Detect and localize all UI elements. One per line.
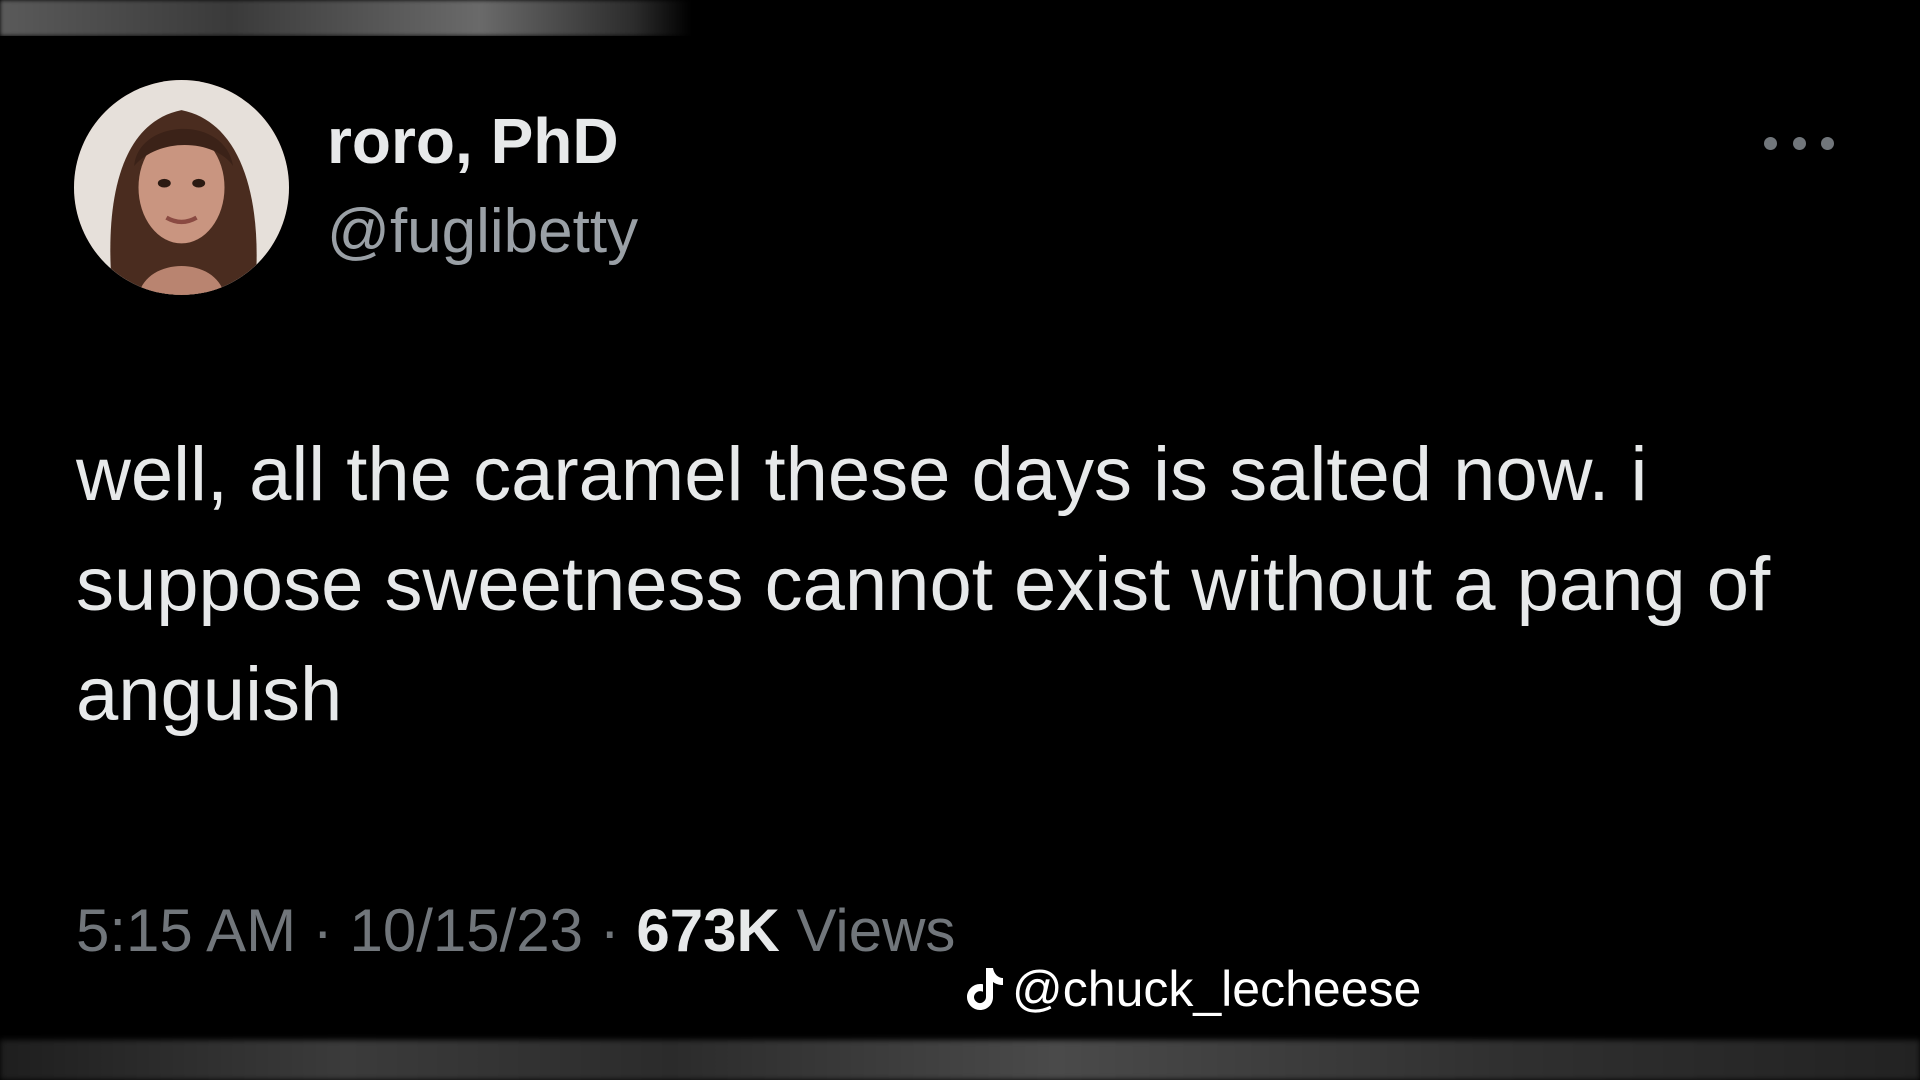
meta-separator: ·	[583, 897, 637, 964]
tweet-text: well, all the caramel these days is salt…	[76, 432, 1771, 737]
tiktok-watermark: @chuck_lecheese	[962, 960, 1421, 1018]
video-frame-top-edge	[0, 0, 1920, 36]
author-display-name[interactable]: roro, PhD	[327, 104, 619, 178]
watermark-handle: @chuck_lecheese	[1012, 961, 1422, 1017]
views-count[interactable]: 673K	[636, 897, 779, 964]
meta-separator: ·	[296, 897, 350, 964]
video-frame-bottom-edge	[0, 1040, 1920, 1080]
views-label: Views	[779, 897, 956, 964]
dot	[1821, 136, 1834, 150]
tiktok-icon	[967, 968, 1003, 1010]
tweet-meta: 5:15 AM · 10/15/23 · 673K Views	[76, 896, 955, 965]
avatar-portrait-icon	[74, 80, 289, 295]
dot	[1792, 136, 1806, 150]
dot	[1764, 136, 1777, 150]
tweet-time[interactable]: 5:15 AM	[76, 897, 296, 964]
more-options-icon[interactable]	[1764, 130, 1834, 156]
author-handle[interactable]: @fuglibetty	[327, 196, 638, 267]
tweet-card: roro, PhD @fuglibetty well, all the cara…	[0, 36, 1920, 1040]
tweet-date[interactable]: 10/15/23	[349, 897, 583, 964]
avatar[interactable]	[74, 80, 289, 295]
